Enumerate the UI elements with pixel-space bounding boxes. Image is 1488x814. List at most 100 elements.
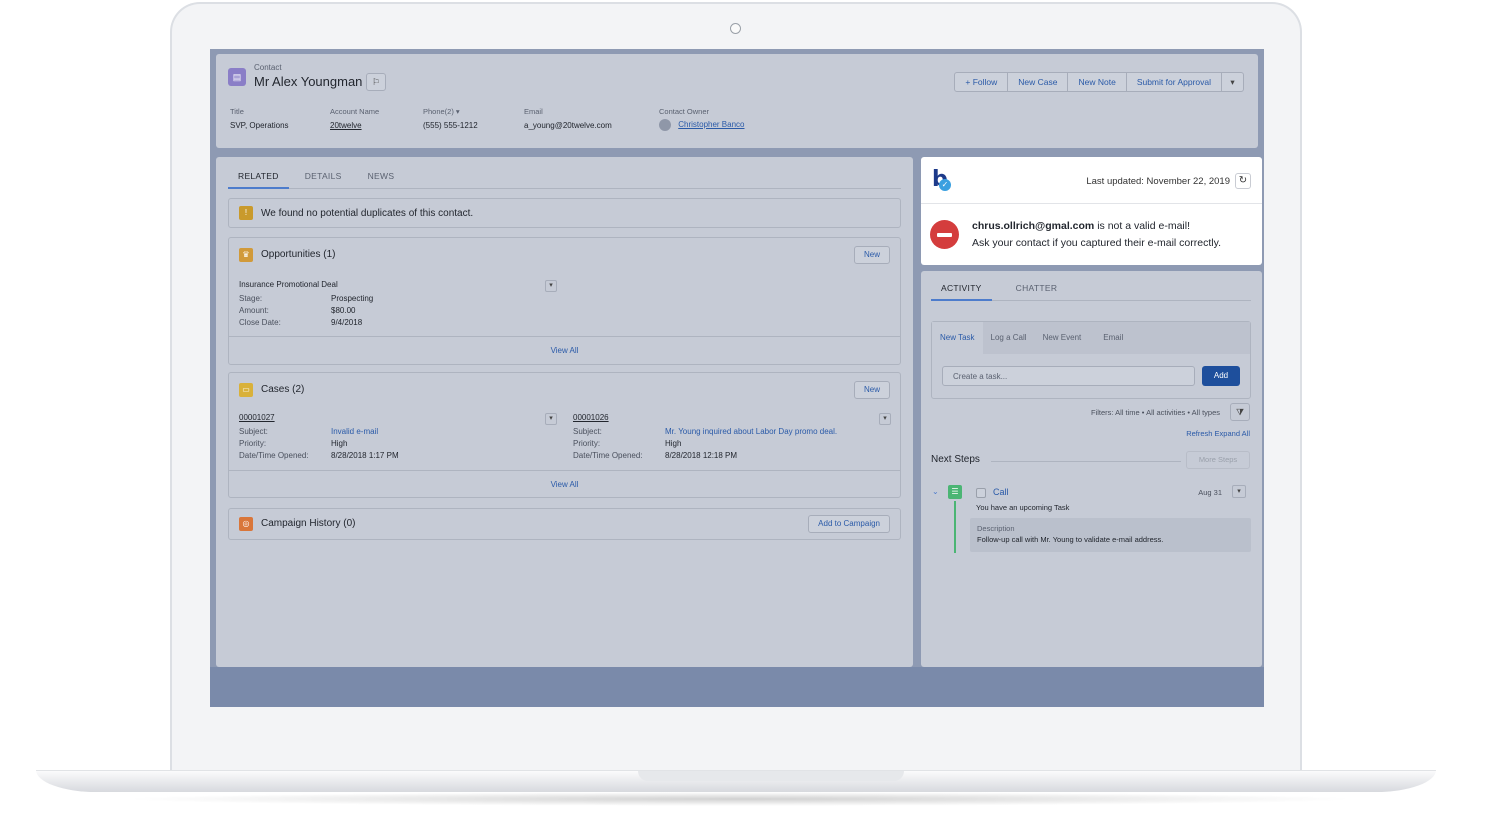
field-title: Title SVP, Operations — [230, 107, 289, 130]
kv-value: 9/4/2018 — [331, 318, 363, 327]
more-actions-button[interactable]: ▾ — [1222, 72, 1244, 92]
task-date: Aug 31 — [1198, 488, 1222, 497]
task-subtitle: You have an upcoming Task — [976, 503, 1070, 512]
popup-header: b ✓ Last updated: November 22, 2019 ↻ — [921, 157, 1262, 204]
kv-key: Subject: — [239, 427, 268, 436]
kv-key: Stage: — [239, 294, 263, 303]
task-checkbox[interactable] — [976, 488, 986, 498]
tab-chatter[interactable]: CHATTER — [1006, 277, 1068, 301]
kv-value: $80.00 — [331, 306, 356, 315]
new-note-button[interactable]: New Note — [1068, 72, 1127, 92]
kv-key: Subject: — [573, 427, 602, 436]
activity-panel: ACTIVITY CHATTER New Task Log a Call New… — [921, 271, 1262, 667]
composer-tabs: New Task Log a Call New Event Email — [932, 322, 1250, 354]
field-owner: Contact Owner Christopher Banco — [659, 107, 745, 131]
refresh-link[interactable]: Refresh — [1186, 429, 1212, 438]
opportunity-link[interactable]: Insurance Promotional Deal — [239, 280, 338, 289]
task-icon: ☰ — [948, 485, 962, 499]
duplicate-icon: ! — [239, 206, 253, 220]
expand-all-link[interactable]: Expand All — [1215, 429, 1250, 438]
kv-key: Date/Time Opened: — [573, 451, 643, 460]
card-title: Cases (2) — [261, 384, 305, 395]
chevron-down-icon[interactable]: ⌄ — [932, 487, 939, 496]
kv-row: Date/Time Opened: 8/28/2018 1:17 PM — [239, 451, 399, 460]
follow-icon-button[interactable]: ⚐ — [366, 73, 386, 91]
follow-button[interactable]: + Follow — [954, 72, 1009, 92]
field-label: Account Name — [330, 107, 380, 116]
record-header: ▤ Contact Mr Alex Youngman ⚐ + Follow Ne… — [216, 54, 1258, 148]
owner-link[interactable]: Christopher Banco — [678, 120, 744, 129]
view-all-link[interactable]: View All — [229, 470, 900, 497]
kv-key: Date/Time Opened: — [239, 451, 309, 460]
new-case-button[interactable]: New — [853, 381, 890, 399]
cases-card: ▭ Cases (2) New 00001027 ▾ Subject: Inval… — [228, 372, 901, 498]
new-case-button[interactable]: New Case — [1008, 72, 1069, 92]
email-link[interactable]: a_young@20twelve.com — [524, 121, 612, 130]
task-title-link[interactable]: Call — [993, 487, 1009, 497]
error-message: chrus.ollrich@gmal.com is not a valid e-… — [972, 220, 1190, 232]
card-title: Opportunities (1) — [261, 249, 336, 260]
kv-key: Priority: — [573, 439, 601, 448]
activity-tabs: ACTIVITY CHATTER — [931, 277, 1251, 301]
duplicates-card: ! We found no potential duplicates of th… — [228, 198, 901, 228]
field-label[interactable]: Phone(2) ▾ — [423, 107, 478, 116]
last-updated: Last updated: November 22, 2019 — [1086, 176, 1230, 187]
kv-key: Amount: — [239, 306, 269, 315]
tab-email[interactable]: Email — [1089, 322, 1131, 354]
description-value: Follow-up call with Mr. Young to validat… — [977, 535, 1164, 544]
tab-activity[interactable]: ACTIVITY — [931, 277, 992, 301]
filters-text: Filters: All time • All activities • All… — [1090, 408, 1220, 417]
tab-log-call[interactable]: Log a Call — [983, 322, 1035, 354]
kv-row: Close Date: 9/4/2018 — [239, 318, 362, 327]
kv-row: Subject: Invalid e-mail — [239, 427, 378, 436]
case-subject-link[interactable]: Invalid e-mail — [331, 427, 378, 436]
kv-row: Subject: Mr. Young inquired about Labor D… — [573, 427, 837, 436]
chevron-down-icon[interactable]: ▾ — [545, 280, 557, 292]
field-email: Email a_young@20twelve.com — [524, 107, 612, 130]
error-advice: Ask your contact if you captured their e… — [972, 237, 1221, 249]
field-label: Email — [524, 107, 543, 116]
add-task-button[interactable]: Add — [1202, 366, 1240, 386]
field-value: (555) 555-1212 — [423, 121, 478, 130]
contact-icon: ▤ — [228, 68, 246, 86]
more-steps-button[interactable]: More Steps — [1186, 451, 1250, 469]
add-to-campaign-button[interactable]: Add to Campaign — [808, 515, 890, 533]
kv-row: Priority: High — [573, 439, 681, 448]
refresh-button[interactable]: ↻ — [1235, 173, 1251, 189]
field-phone: Phone(2) ▾ (555) 555-1212 — [423, 107, 478, 130]
invalid-email: chrus.ollrich@gmal.com — [972, 220, 1095, 232]
duplicates-text: We found no potential duplicates of this… — [261, 208, 474, 219]
view-all-link[interactable]: View All — [229, 336, 900, 364]
owner-value: Christopher Banco — [659, 119, 745, 131]
laptop-notch — [638, 771, 904, 781]
case-number-link[interactable]: 00001027 — [239, 413, 275, 422]
case-subject-link[interactable]: Mr. Young inquired about Labor Day promo… — [665, 427, 837, 436]
field-label: Title — [230, 107, 244, 116]
kv-value: 8/28/2018 1:17 PM — [331, 451, 399, 460]
tab-news[interactable]: NEWS — [358, 165, 405, 189]
case-number-link[interactable]: 00001026 — [573, 413, 609, 422]
kv-value: 8/28/2018 12:18 PM — [665, 451, 738, 460]
tab-new-task[interactable]: New Task — [932, 322, 983, 354]
task-menu-button[interactable]: ▾ — [1232, 485, 1246, 498]
submit-approval-button[interactable]: Submit for Approval — [1126, 72, 1222, 92]
laptop-shadow — [120, 792, 1360, 806]
refresh-expand-links: Refresh Expand All — [1186, 429, 1250, 438]
filter-icon[interactable]: ⧩ — [1230, 403, 1250, 421]
description-label: Description — [977, 524, 1015, 533]
kv-value: High — [331, 439, 348, 448]
camera-icon — [730, 23, 741, 34]
avatar — [659, 119, 671, 131]
tab-related[interactable]: RELATED — [228, 165, 289, 189]
tab-details[interactable]: DETAILS — [295, 165, 352, 189]
related-tabs: RELATED DETAILS NEWS — [228, 165, 901, 189]
check-icon: ✓ — [939, 179, 951, 191]
kv-row: Priority: High — [239, 439, 347, 448]
chevron-down-icon[interactable]: ▾ — [545, 413, 557, 425]
chevron-down-icon[interactable]: ▾ — [879, 413, 891, 425]
kv-key: Close Date: — [239, 318, 281, 327]
account-link[interactable]: 20twelve — [330, 121, 379, 130]
task-input[interactable]: Create a task... — [942, 366, 1195, 386]
new-opportunity-button[interactable]: New — [853, 246, 890, 264]
tab-new-event[interactable]: New Event — [1035, 322, 1090, 354]
